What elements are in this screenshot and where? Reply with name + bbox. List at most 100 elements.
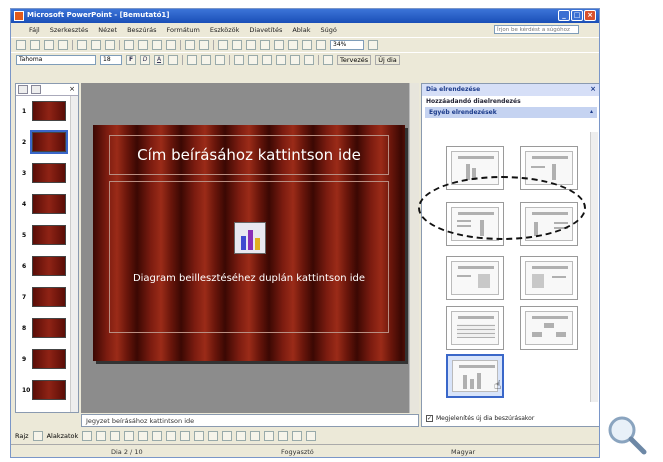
arrow-style-icon[interactable]	[278, 431, 289, 441]
bold-button[interactable]: F	[126, 55, 136, 65]
zoom-combo[interactable]: 34%	[330, 39, 364, 50]
cut-icon[interactable]	[124, 39, 134, 50]
italic-button[interactable]: D	[140, 55, 150, 65]
slide-thumbnail[interactable]: 2	[22, 130, 70, 154]
menu-slideshow[interactable]: Diavetítés	[249, 26, 282, 34]
menu-format[interactable]: Formátum	[166, 26, 199, 34]
copy-icon[interactable]	[138, 39, 148, 50]
layout-title-table[interactable]	[446, 306, 504, 350]
slide-thumbnail[interactable]: 1	[22, 100, 70, 122]
redo-icon[interactable]	[199, 39, 209, 50]
save-icon[interactable]	[44, 39, 54, 50]
increase-font-icon[interactable]	[290, 55, 300, 65]
font-name-combo[interactable]: Tahoma	[16, 55, 96, 65]
rectangle-icon[interactable]	[110, 431, 121, 441]
notes-pane[interactable]: Jegyzet beírásához kattintson ide	[81, 414, 419, 427]
menu-help[interactable]: Súgó	[321, 26, 337, 34]
bullets-icon[interactable]	[248, 55, 258, 65]
font-size-combo[interactable]: 18	[100, 55, 122, 65]
maximize-button[interactable]: □	[571, 10, 583, 21]
font-color-icon[interactable]	[236, 431, 247, 441]
arrow-icon[interactable]	[96, 431, 107, 441]
show-formatting-icon[interactable]	[288, 39, 298, 50]
slides-pane-scrollbar[interactable]	[70, 96, 78, 412]
grid-icon[interactable]	[302, 39, 312, 50]
draw-menu-button[interactable]: Rajz	[15, 432, 29, 440]
autoshapes-button[interactable]: Alakzatok	[47, 432, 79, 440]
insert-chart-icon[interactable]	[218, 39, 228, 50]
shadow-style-icon[interactable]	[292, 431, 303, 441]
checkbox-icon[interactable]: ✓	[426, 415, 433, 422]
print-preview-icon[interactable]	[91, 39, 101, 50]
outline-tab[interactable]	[18, 85, 28, 94]
layout-chart-selected[interactable]: ☝	[446, 354, 504, 398]
fill-color-icon[interactable]	[208, 431, 219, 441]
underline-button[interactable]: A	[154, 55, 164, 65]
layout-clipart-and-text[interactable]	[520, 256, 578, 300]
layout-text-and-clipart[interactable]	[446, 256, 504, 300]
collapse-group-icon[interactable]: ▴	[590, 108, 593, 115]
decrease-indent-icon[interactable]	[262, 55, 272, 65]
current-slide[interactable]: Cím beírásához kattintson ide Diagram be…	[93, 125, 405, 361]
line-color-icon[interactable]	[222, 431, 233, 441]
slide-thumbnail[interactable]: 7	[22, 286, 70, 308]
color-grayscale-icon[interactable]	[316, 39, 326, 50]
slide-thumbnail[interactable]: 9	[22, 348, 70, 370]
line-style-icon[interactable]	[250, 431, 261, 441]
chart-placeholder[interactable]: Diagram beillesztéséhez duplán kattintso…	[109, 181, 389, 333]
numbering-icon[interactable]	[234, 55, 244, 65]
increase-indent-icon[interactable]	[276, 55, 286, 65]
font-color-icon[interactable]	[323, 55, 333, 65]
oval-icon[interactable]	[124, 431, 135, 441]
menu-view[interactable]: Nézet	[98, 26, 117, 34]
slide-thumbnail[interactable]: 10	[22, 379, 70, 401]
menu-tools[interactable]: Eszközök	[210, 26, 240, 34]
task-pane-scrollbar[interactable]	[590, 132, 598, 402]
spelling-icon[interactable]	[105, 39, 115, 50]
slide-vertical-scrollbar[interactable]	[409, 83, 419, 413]
diagram-icon[interactable]	[166, 431, 177, 441]
decrease-font-icon[interactable]	[304, 55, 314, 65]
picture-icon[interactable]	[194, 431, 205, 441]
slide-thumbnail[interactable]: 6	[22, 255, 70, 277]
shadow-icon[interactable]	[168, 55, 178, 65]
align-left-icon[interactable]	[187, 55, 197, 65]
close-button[interactable]: ×	[584, 10, 596, 21]
dash-style-icon[interactable]	[264, 431, 275, 441]
textbox-icon[interactable]	[138, 431, 149, 441]
slides-tab[interactable]	[31, 85, 41, 94]
select-objects-icon[interactable]	[32, 431, 43, 441]
3d-style-icon[interactable]	[306, 431, 317, 441]
clipart-icon[interactable]	[180, 431, 191, 441]
open-icon[interactable]	[30, 39, 40, 50]
print-icon[interactable]	[77, 39, 87, 50]
line-icon[interactable]	[82, 431, 93, 441]
close-pane-icon[interactable]: ×	[69, 85, 75, 93]
chart-icon[interactable]	[234, 222, 266, 254]
hyperlink-icon[interactable]	[260, 39, 270, 50]
help-search-input[interactable]: Írjon be kérdést a súgóhoz	[494, 25, 579, 34]
menu-window[interactable]: Ablak	[292, 26, 310, 34]
slide-thumbnail[interactable]: 3	[22, 162, 70, 184]
format-painter-icon[interactable]	[166, 39, 176, 50]
magnifier-icon[interactable]	[604, 412, 648, 456]
layout-title-organization-chart[interactable]	[520, 306, 578, 350]
design-button[interactable]: Tervezés	[337, 55, 372, 65]
wordart-icon[interactable]	[152, 431, 163, 441]
slide-thumbnail[interactable]: 5	[22, 224, 70, 246]
title-placeholder[interactable]: Cím beírásához kattintson ide	[109, 135, 389, 175]
new-slide-button[interactable]: Új dia	[375, 55, 400, 65]
undo-icon[interactable]	[185, 39, 195, 50]
menu-insert[interactable]: Beszúrás	[127, 26, 156, 34]
permission-icon[interactable]	[58, 39, 68, 50]
menu-file[interactable]: Fájl	[29, 26, 40, 34]
show-on-insert-checkbox[interactable]: ✓ Megjelenítés új dia beszúrásakor	[426, 415, 534, 422]
slide-thumbnail[interactable]: 8	[22, 317, 70, 339]
align-center-icon[interactable]	[201, 55, 211, 65]
minimize-button[interactable]: _	[558, 10, 570, 21]
align-right-icon[interactable]	[215, 55, 225, 65]
insert-table-icon[interactable]	[232, 39, 242, 50]
new-icon[interactable]	[16, 39, 26, 50]
paste-icon[interactable]	[152, 39, 162, 50]
layout-group-header[interactable]: Egyéb elrendezések ▴	[425, 107, 597, 118]
